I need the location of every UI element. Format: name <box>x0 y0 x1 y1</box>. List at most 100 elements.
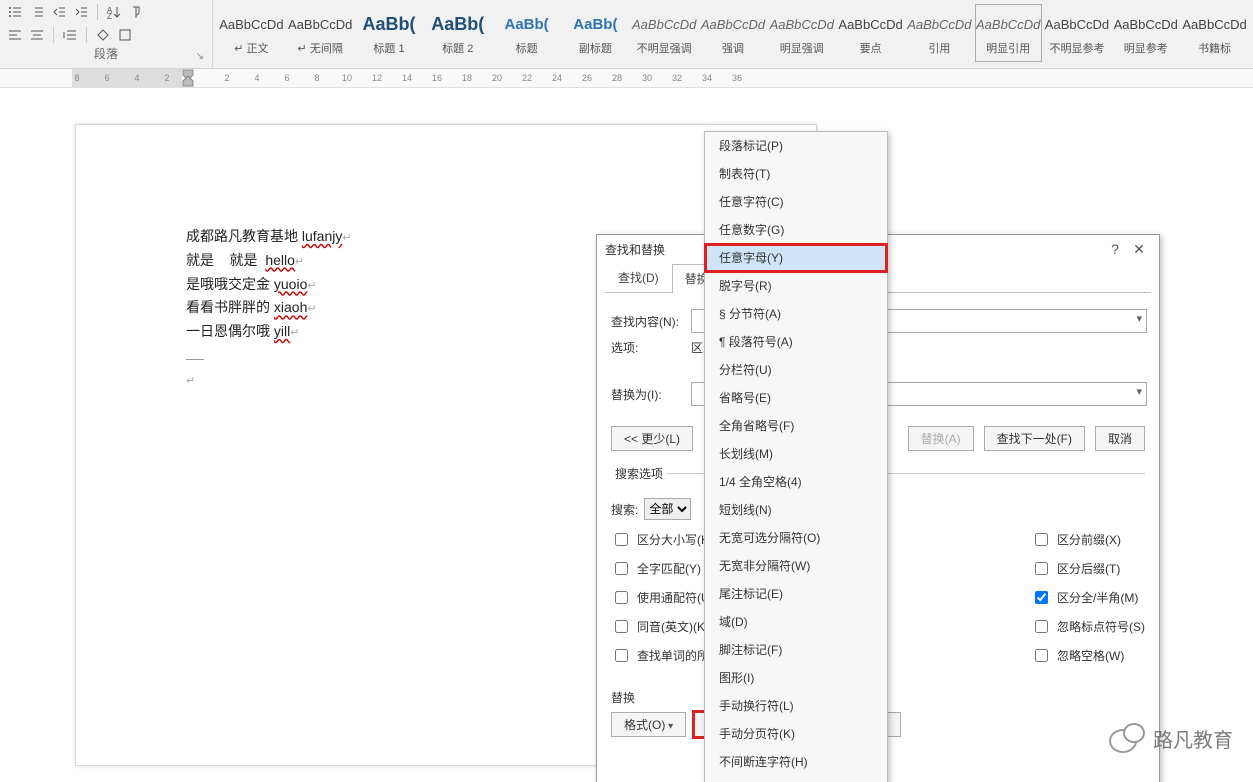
align-left-icon[interactable] <box>6 26 24 44</box>
ruler-tick: 6 <box>102 73 112 83</box>
svg-text:Z: Z <box>107 12 112 19</box>
style-name: 不明显强调 <box>637 40 692 56</box>
style-tile[interactable]: AaBbCcDd强调 <box>700 4 767 62</box>
menu-item[interactable]: 任意字符(C) <box>705 188 887 216</box>
menu-item[interactable]: 域(D) <box>705 608 887 636</box>
ruler-tick: 4 <box>252 73 262 83</box>
find-next-button[interactable]: 查找下一处(F) <box>984 426 1085 451</box>
ruler-tick: 2 <box>162 73 172 83</box>
style-name: 标题 2 <box>442 40 473 56</box>
show-marks-icon[interactable] <box>127 3 145 21</box>
bullets-icon[interactable] <box>6 3 24 21</box>
menu-item[interactable]: 全角省略号(F) <box>705 412 887 440</box>
ruler-tick: 14 <box>402 73 412 83</box>
search-option-checkbox[interactable]: 忽略空格(W) <box>1031 646 1145 665</box>
menu-item[interactable]: 段落标记(P) <box>705 132 887 160</box>
styles-gallery[interactable]: AaBbCcDd↵ 正文AaBbCcDd↵ 无间隔AaBb(标题 1AaBb(标… <box>213 0 1253 68</box>
style-preview: AaBb( <box>362 10 415 38</box>
line-spacing-icon[interactable] <box>61 26 79 44</box>
replace-label: 替换为(I): <box>611 386 691 403</box>
search-option-checkbox[interactable]: 查找单词的所 <box>611 646 714 665</box>
menu-item[interactable]: 任意字母(Y) <box>705 244 887 272</box>
style-tile[interactable]: AaBbCcDd明显强调 <box>768 4 835 62</box>
search-scope-select[interactable]: 全部 <box>644 498 691 520</box>
ruler-tick: 26 <box>582 73 592 83</box>
search-option-checkbox[interactable]: 同音(英文)(K) <box>611 617 714 636</box>
search-option-checkbox[interactable]: 区分全/半角(M) <box>1031 588 1145 607</box>
menu-item[interactable]: 短划线(N) <box>705 496 887 524</box>
style-tile[interactable]: AaBbCcDd明显参考 <box>1112 4 1179 62</box>
menu-item[interactable]: 手动分页符(K) <box>705 720 887 748</box>
style-preview: AaBbCcDd <box>770 10 834 38</box>
cancel-button[interactable]: 取消 <box>1095 426 1145 451</box>
search-option-checkbox[interactable]: 区分大小写(H) <box>611 530 714 549</box>
indent-decrease-icon[interactable] <box>50 3 68 21</box>
replace-all-button[interactable]: 替换(A) <box>908 426 974 451</box>
horizontal-ruler[interactable]: 8642 24681012141618202224262830323436 <box>0 69 1253 88</box>
tab-find[interactable]: 查找(D) <box>605 263 672 292</box>
menu-item[interactable]: 1/4 全角空格(4) <box>705 468 887 496</box>
ruler-tick: 34 <box>702 73 712 83</box>
style-preview: AaBb( <box>505 10 549 38</box>
style-name: ↵ 无间隔 <box>298 40 343 56</box>
borders-icon[interactable] <box>116 26 134 44</box>
help-button[interactable]: ? <box>1103 241 1127 257</box>
menu-item[interactable]: 无宽可选分隔符(O) <box>705 524 887 552</box>
menu-item[interactable]: 尾注标记(E) <box>705 580 887 608</box>
menu-item[interactable]: § 分节符(A) <box>705 300 887 328</box>
search-option-checkbox[interactable]: 区分前缀(X) <box>1031 530 1145 549</box>
search-option-checkbox[interactable]: 区分后缀(T) <box>1031 559 1145 578</box>
ruler-tick: 20 <box>492 73 502 83</box>
menu-item[interactable]: 任意数字(G) <box>705 216 887 244</box>
search-option-checkbox[interactable]: 使用通配符(U) <box>611 588 714 607</box>
less-button[interactable]: << 更少(L) <box>611 426 693 451</box>
menu-item[interactable]: 图形(I) <box>705 664 887 692</box>
menu-item[interactable]: 手动换行符(L) <box>705 692 887 720</box>
style-preview: AaBbCcDd <box>976 10 1040 38</box>
ruler-tick: 8 <box>312 73 322 83</box>
close-icon[interactable]: ✕ <box>1127 241 1151 258</box>
ruler-tick: 16 <box>432 73 442 83</box>
style-tile[interactable]: AaBb(副标题 <box>562 4 629 62</box>
style-tile[interactable]: AaBbCcDd要点 <box>837 4 904 62</box>
style-tile[interactable]: AaBbCcDd↵ 无间隔 <box>287 4 354 62</box>
format-button[interactable]: 格式(O) <box>611 712 686 737</box>
style-tile[interactable]: AaBbCcDd书籍标 <box>1181 4 1248 62</box>
search-option-checkbox[interactable]: 忽略标点符号(S) <box>1031 617 1145 636</box>
search-options-title: 搜索选项 <box>611 465 667 482</box>
style-name: 标题 <box>516 40 538 56</box>
menu-item[interactable]: 省略号(E) <box>705 384 887 412</box>
menu-item[interactable]: 制表符(T) <box>705 160 887 188</box>
style-tile[interactable]: AaBbCcDd↵ 正文 <box>218 4 285 62</box>
align-center-icon[interactable] <box>28 26 46 44</box>
style-tile[interactable]: AaBbCcDd明显引用 <box>975 4 1042 62</box>
style-tile[interactable]: AaBb(标题 2 <box>424 4 491 62</box>
menu-item[interactable]: 不间断空格(S) <box>705 776 887 782</box>
style-tile[interactable]: AaBbCcDd不明显强调 <box>631 4 698 62</box>
ruler-tick: 18 <box>462 73 472 83</box>
menu-item[interactable]: 长划线(M) <box>705 440 887 468</box>
style-tile[interactable]: AaBb(标题 1 <box>356 4 423 62</box>
paragraph-group-label: 段落 <box>94 47 118 61</box>
numbering-icon[interactable] <box>28 3 46 21</box>
style-preview: AaBbCcDd <box>1045 10 1109 38</box>
indent-marker-icon[interactable] <box>182 69 194 89</box>
search-option-checkbox[interactable]: 全字匹配(Y) <box>611 559 714 578</box>
style-name: 不明显参考 <box>1049 40 1104 56</box>
menu-item[interactable]: 脚注标记(F) <box>705 636 887 664</box>
search-scope-label: 搜索: <box>611 501 638 518</box>
ruler-tick: 36 <box>732 73 742 83</box>
menu-item[interactable]: 分栏符(U) <box>705 356 887 384</box>
style-tile[interactable]: AaBbCcDd 不明显参考 <box>1044 4 1111 62</box>
menu-item[interactable]: 无宽非分隔符(W) <box>705 552 887 580</box>
sort-icon[interactable]: AZ <box>105 3 123 21</box>
shading-icon[interactable] <box>94 26 112 44</box>
menu-item[interactable]: 脱字号(R) <box>705 272 887 300</box>
dialog-launcher-icon[interactable]: ↘ <box>196 51 204 62</box>
style-preview: AaBbCcDd <box>1182 10 1246 38</box>
menu-item[interactable]: 不间断连字符(H) <box>705 748 887 776</box>
indent-increase-icon[interactable] <box>72 3 90 21</box>
menu-item[interactable]: ¶ 段落符号(A) <box>705 328 887 356</box>
style-tile[interactable]: AaBb( 标题 <box>493 4 560 62</box>
style-tile[interactable]: AaBbCcDd引用 <box>906 4 973 62</box>
